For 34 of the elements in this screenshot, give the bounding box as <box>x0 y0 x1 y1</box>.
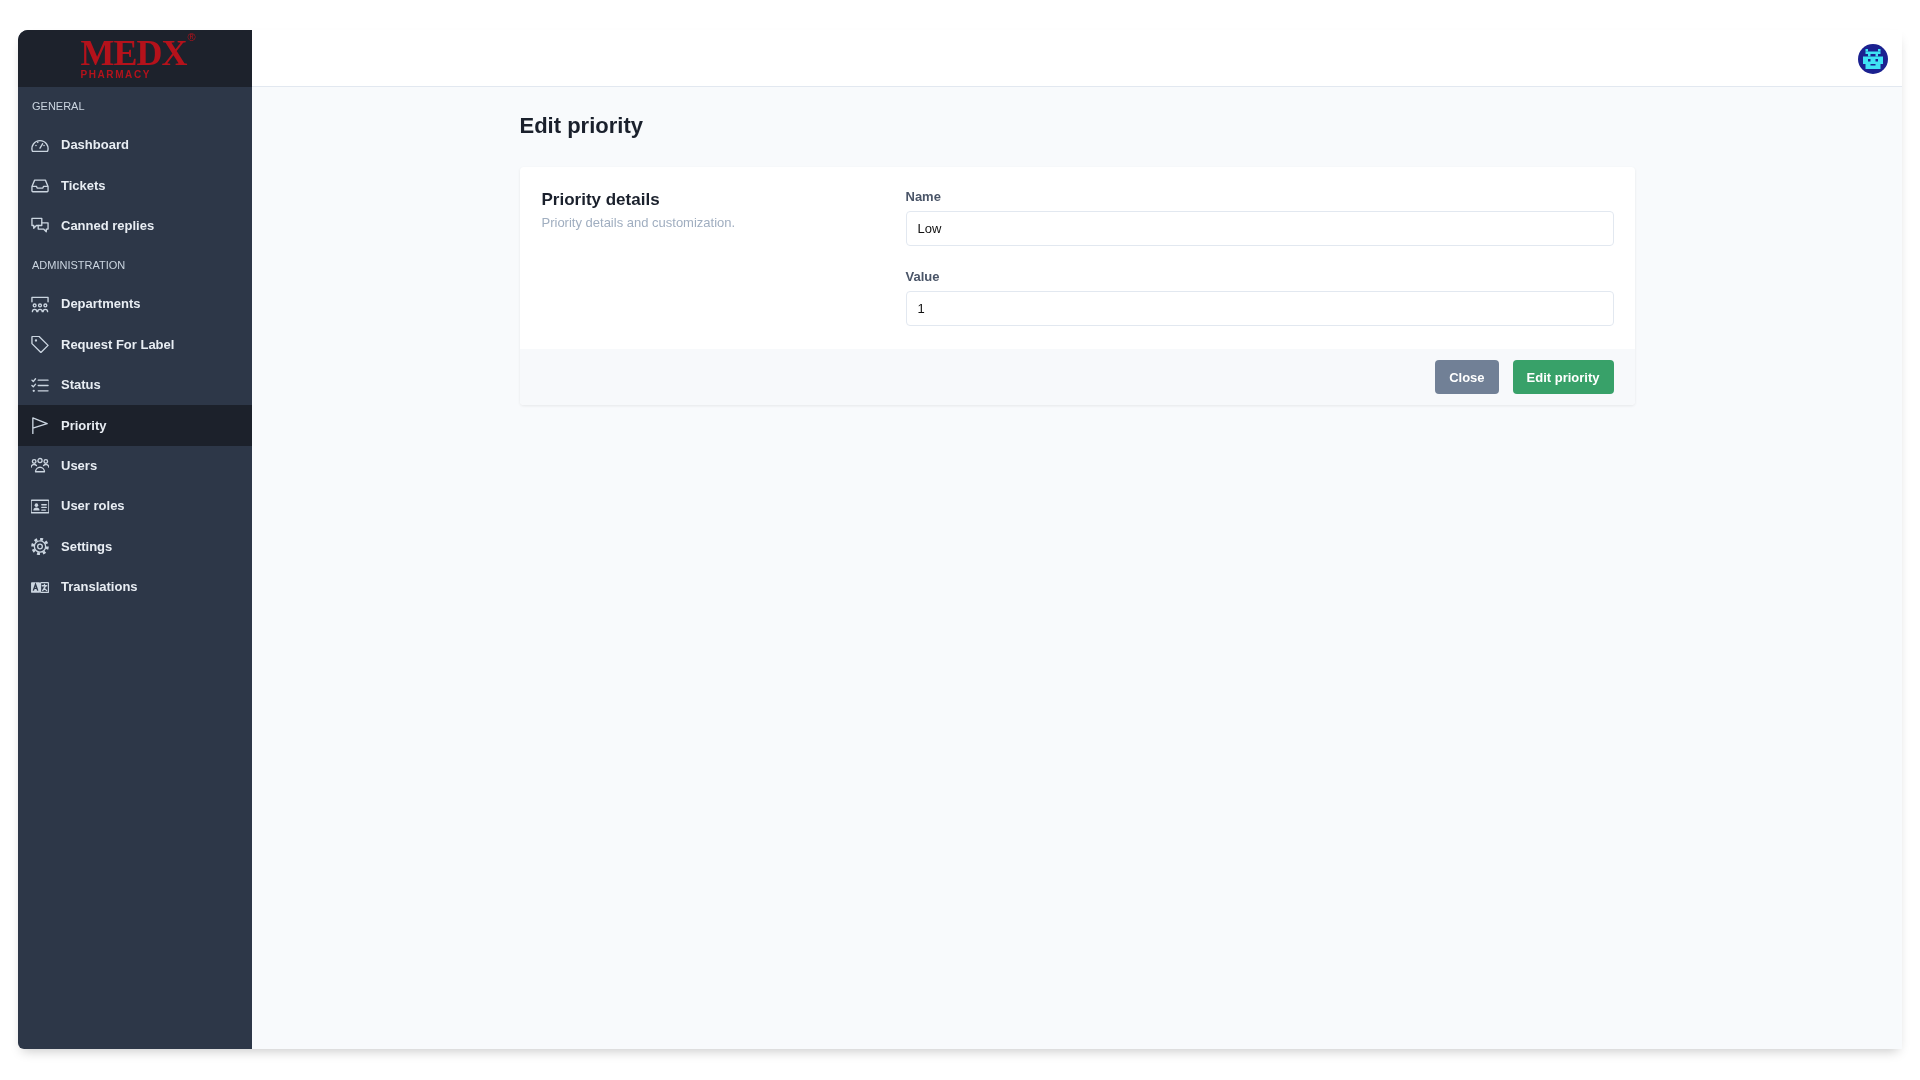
close-button[interactable]: Close <box>1435 360 1499 394</box>
avatar-icon[interactable] <box>1858 44 1888 74</box>
section-description: Priority details and customization. <box>541 215 737 231</box>
sidebar-item[interactable]: Request For Label <box>18 324 252 365</box>
logo-wordmark: MEDX <box>80 37 187 68</box>
section-heading: ADMINISTRATION <box>32 258 126 273</box>
gear-icon <box>31 538 49 556</box>
sidebar-item[interactable]: Dashboard <box>18 125 252 166</box>
registered-mark: ® <box>187 31 196 43</box>
sidebar-item[interactable]: Status <box>18 364 252 406</box>
flag-icon <box>31 417 49 435</box>
inbox-icon <box>31 177 49 195</box>
people-icon <box>31 295 49 313</box>
chat-bubbles-icon <box>31 217 49 235</box>
logo-tagline: PHARMACY <box>80 68 152 80</box>
field-label: Name <box>905 189 941 205</box>
checklist-icon <box>31 376 49 394</box>
section-heading: GENERAL <box>32 99 85 113</box>
section-title: Priority details <box>541 189 661 211</box>
sidebar-item[interactable]: Settings <box>18 526 252 567</box>
sidebar-item[interactable]: Users <box>18 445 252 487</box>
id-card-icon <box>31 497 49 515</box>
field-label: Value <box>905 269 940 285</box>
text-field[interactable]: 1 <box>905 291 1614 326</box>
page-title: Edit priority <box>519 112 644 140</box>
tag-icon <box>31 336 49 354</box>
sidebar-item[interactable]: Canned replies <box>18 205 252 247</box>
text-field[interactable]: Low <box>905 211 1614 246</box>
sidebar-item[interactable]: Priority <box>18 405 252 446</box>
sidebar-item[interactable]: Departments <box>18 284 252 325</box>
sidebar-item[interactable]: Translations <box>18 566 252 608</box>
sidebar-item[interactable]: User roles <box>18 486 252 527</box>
users-icon <box>31 457 49 475</box>
sidebar-item[interactable]: Tickets <box>18 165 252 206</box>
